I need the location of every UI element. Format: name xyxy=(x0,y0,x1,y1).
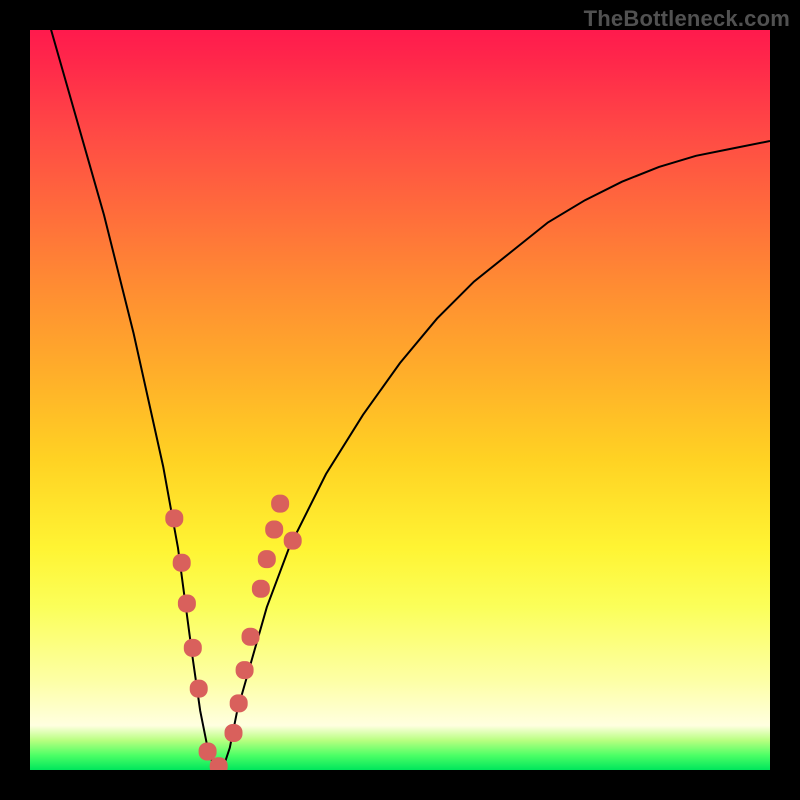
data-point xyxy=(242,628,260,646)
data-point xyxy=(184,639,202,657)
data-point xyxy=(258,550,276,568)
data-point xyxy=(252,580,270,598)
data-point xyxy=(265,521,283,539)
chart-frame: TheBottleneck.com xyxy=(0,0,800,800)
data-point xyxy=(165,509,183,527)
data-point xyxy=(178,595,196,613)
data-point xyxy=(271,495,289,513)
data-point xyxy=(236,661,254,679)
data-point xyxy=(173,554,191,572)
data-point xyxy=(284,532,302,550)
plot-area xyxy=(30,30,770,770)
data-point xyxy=(230,694,248,712)
data-points-group xyxy=(165,495,301,770)
data-point xyxy=(225,724,243,742)
bottleneck-curve xyxy=(30,30,770,770)
chart-svg xyxy=(30,30,770,770)
data-point xyxy=(199,743,217,761)
data-point xyxy=(190,680,208,698)
watermark-text: TheBottleneck.com xyxy=(584,6,790,32)
